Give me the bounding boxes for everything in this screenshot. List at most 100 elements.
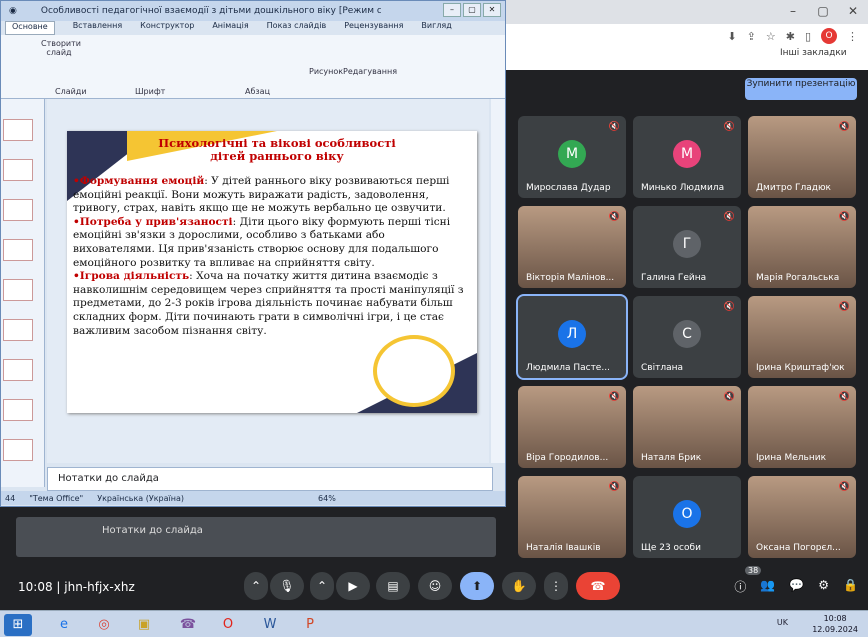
muted-mic-icon: 🔇: [608, 392, 620, 402]
participant-name: Наталя Брик: [641, 453, 702, 463]
start-button[interactable]: ⊞: [4, 614, 32, 636]
zoom-level[interactable]: 64%: [318, 494, 336, 503]
tab-insert[interactable]: Вставлення: [73, 21, 122, 35]
activities-icon[interactable]: ⚙: [818, 578, 829, 595]
participant-tile[interactable]: 🔇 Ірина Криштаф'юк: [748, 296, 856, 378]
participant-avatar: Г: [673, 230, 701, 258]
language-status[interactable]: Українська (Україна): [97, 494, 184, 503]
participant-tile[interactable]: 🔇 Наталя Брик: [633, 386, 741, 468]
bookmark-star-icon[interactable]: ☆: [766, 30, 776, 43]
play-heading: •Ігрова діяльність: [73, 270, 190, 283]
participant-avatar: Л: [558, 320, 586, 348]
thumbnail[interactable]: [3, 279, 33, 301]
info-icon[interactable]: ⓘ: [734, 578, 746, 595]
tab-home[interactable]: Основне: [5, 21, 55, 35]
participant-tile[interactable]: 🔇 Наталія Івашків: [518, 476, 626, 558]
meeting-info: 10:08 | jhn-hfjx-xhz: [18, 580, 135, 594]
people-icon[interactable]: 👥: [760, 578, 775, 595]
office-button-icon[interactable]: ◉: [9, 6, 17, 16]
meeting-code: jhn-hfjx-xhz: [64, 580, 135, 594]
status-bar: 44 "Тема Office" Українська (Україна) 64…: [1, 491, 505, 505]
participant-tile[interactable]: 🔇 Оксана Погорєл...: [748, 476, 856, 558]
chrome-icon[interactable]: ◎: [90, 614, 118, 636]
notes-pane[interactable]: Нотатки до слайда: [47, 467, 493, 491]
participant-tile[interactable]: Л Людмила Пасте...: [516, 294, 628, 380]
thumbnail[interactable]: [3, 359, 33, 381]
thumbnail[interactable]: [3, 119, 33, 141]
raise-hand-button[interactable]: ✋: [502, 572, 536, 600]
participant-tile[interactable]: М 🔇 Минько Людмила: [633, 116, 741, 198]
opera-icon[interactable]: O: [214, 614, 242, 636]
viber-icon[interactable]: ☎: [174, 614, 202, 636]
ppt-minimize-button[interactable]: –: [443, 3, 461, 17]
ie-icon[interactable]: e: [50, 614, 78, 636]
slide-title: Психологічні та вікові особливості дітей…: [127, 137, 427, 163]
extensions-icon[interactable]: ✱: [786, 30, 795, 43]
drawing-button[interactable]: Рисунок: [309, 67, 343, 76]
muted-mic-icon: 🔇: [723, 392, 735, 402]
participants-count-badge: 38: [745, 566, 762, 575]
audio-options-icon[interactable]: ⌃: [244, 572, 268, 600]
stop-presenting-button[interactable]: Зупинити презентацію: [745, 78, 857, 100]
participant-tile[interactable]: 🔇 Марія Рогальська: [748, 206, 856, 288]
muted-mic-icon: 🔇: [608, 482, 620, 492]
microphone-button[interactable]: 🎙: [270, 572, 304, 600]
maximize-button[interactable]: ▢: [808, 0, 838, 24]
present-now-button[interactable]: ⬆: [460, 572, 494, 600]
chat-icon[interactable]: 💬: [789, 578, 804, 595]
participant-tile[interactable]: 🔇 Віра Городилов...: [518, 386, 626, 468]
thumbnail[interactable]: [3, 199, 33, 221]
window-controls: – ▢ ✕: [778, 0, 868, 24]
more-options-icon[interactable]: ⋮: [544, 572, 568, 600]
thumbnail[interactable]: [3, 239, 33, 261]
participant-tile[interactable]: М 🔇 Мирослава Дудар: [518, 116, 626, 198]
tab-review[interactable]: Рецензування: [344, 21, 403, 35]
group-font-label: Шрифт: [135, 87, 166, 96]
profile-avatar[interactable]: О: [821, 28, 837, 44]
host-controls-icon[interactable]: 🔒: [843, 578, 858, 595]
tray-language[interactable]: UK: [777, 618, 788, 627]
thumbnail[interactable]: [3, 159, 33, 181]
word-icon[interactable]: W: [256, 614, 284, 636]
participant-tile[interactable]: 🔇 Ірина Мельник: [748, 386, 856, 468]
thumbnail[interactable]: [3, 399, 33, 421]
editing-button[interactable]: Редагування: [343, 67, 397, 76]
participant-tile[interactable]: 🔇 Дмитро Гладюк: [748, 116, 856, 198]
slide-canvas[interactable]: Психологічні та вікові особливості дітей…: [67, 131, 477, 413]
ppt-close-button[interactable]: ✕: [483, 3, 501, 17]
new-slide-button[interactable]: Створити слайд: [41, 39, 81, 57]
participant-tile[interactable]: О Ще 23 особи: [633, 476, 741, 558]
participant-tile[interactable]: 🔇 Вікторія Малінов...: [518, 206, 626, 288]
tab-animation[interactable]: Анімація: [212, 21, 248, 35]
leave-call-button[interactable]: ☎: [576, 572, 620, 600]
participant-name: Наталія Івашків: [526, 543, 601, 553]
slide-thumbnails[interactable]: [1, 99, 45, 487]
video-options-icon[interactable]: ⌃: [310, 572, 334, 600]
meet-side-controls: ⓘ 👥 💬 ⚙ 🔒: [734, 578, 858, 595]
menu-icon[interactable]: ⋮: [847, 30, 858, 43]
share-icon[interactable]: ⇪: [747, 30, 756, 43]
participant-tile[interactable]: Г 🔇 Галина Гейна: [633, 206, 741, 288]
sidepanel-icon[interactable]: ▯: [805, 30, 811, 43]
thumbnail[interactable]: [3, 319, 33, 341]
explorer-icon[interactable]: ▣: [130, 614, 158, 636]
tab-slideshow[interactable]: Показ слайдів: [267, 21, 327, 35]
tab-view[interactable]: Вигляд: [421, 21, 451, 35]
participant-tile[interactable]: С 🔇 Світлана: [633, 296, 741, 378]
vertical-scrollbar[interactable]: [491, 99, 505, 463]
powerpoint-icon[interactable]: P: [296, 614, 324, 636]
camera-button[interactable]: ▶: [336, 572, 370, 600]
minimize-button[interactable]: –: [778, 0, 808, 24]
emoji-button[interactable]: ☺: [418, 572, 452, 600]
captions-button[interactable]: ▤: [376, 572, 410, 600]
paragraph-emotions: •Формування емоцій: У дітей раннього вік…: [73, 175, 469, 216]
tab-design[interactable]: Конструктор: [140, 21, 194, 35]
participant-name: Ірина Мельник: [756, 453, 827, 463]
close-button[interactable]: ✕: [838, 0, 868, 24]
ppt-maximize-button[interactable]: ▢: [463, 3, 481, 17]
other-bookmarks[interactable]: Інші закладки: [780, 48, 847, 58]
slide-number: 44: [5, 493, 16, 503]
install-icon[interactable]: ⬇: [727, 30, 736, 43]
participant-name: Оксана Погорєл...: [756, 543, 841, 553]
thumbnail[interactable]: [3, 439, 33, 461]
